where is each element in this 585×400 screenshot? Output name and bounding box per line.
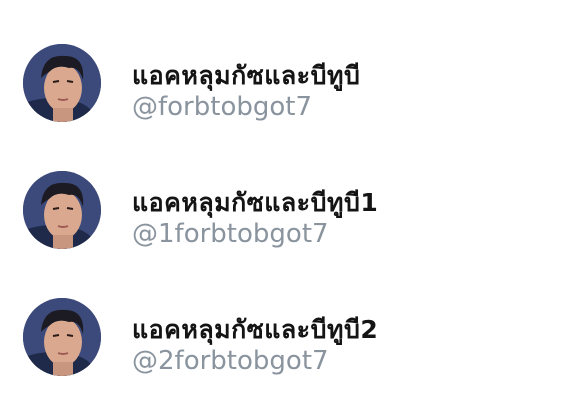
account-row[interactable]: แอคหลุมกัซและบีทูบี2 @2forbtobgot7 (0, 282, 585, 392)
display-name[interactable]: แอคหลุมกัซและบีทูบี1 (132, 183, 378, 223)
account-row[interactable]: แอคหลุมกัซและบีทูบี1 @1forbtobgot7 (0, 155, 585, 265)
display-name[interactable]: แอคหลุมกัซและบีทูบี (132, 56, 360, 96)
avatar[interactable] (23, 171, 101, 249)
username-handle[interactable]: @1forbtobgot7 (132, 219, 329, 249)
username-handle[interactable]: @2forbtobgot7 (132, 346, 329, 376)
avatar[interactable] (23, 44, 101, 122)
account-row[interactable]: แอคหลุมกัซและบีทูบี @forbtobgot7 (0, 28, 585, 138)
avatar[interactable] (23, 298, 101, 376)
username-handle[interactable]: @forbtobgot7 (132, 92, 312, 122)
display-name[interactable]: แอคหลุมกัซและบีทูบี2 (132, 310, 378, 350)
account-list: แอคหลุมกัซและบีทูบี @forbtobgot7 แอคหลุม… (0, 0, 585, 400)
